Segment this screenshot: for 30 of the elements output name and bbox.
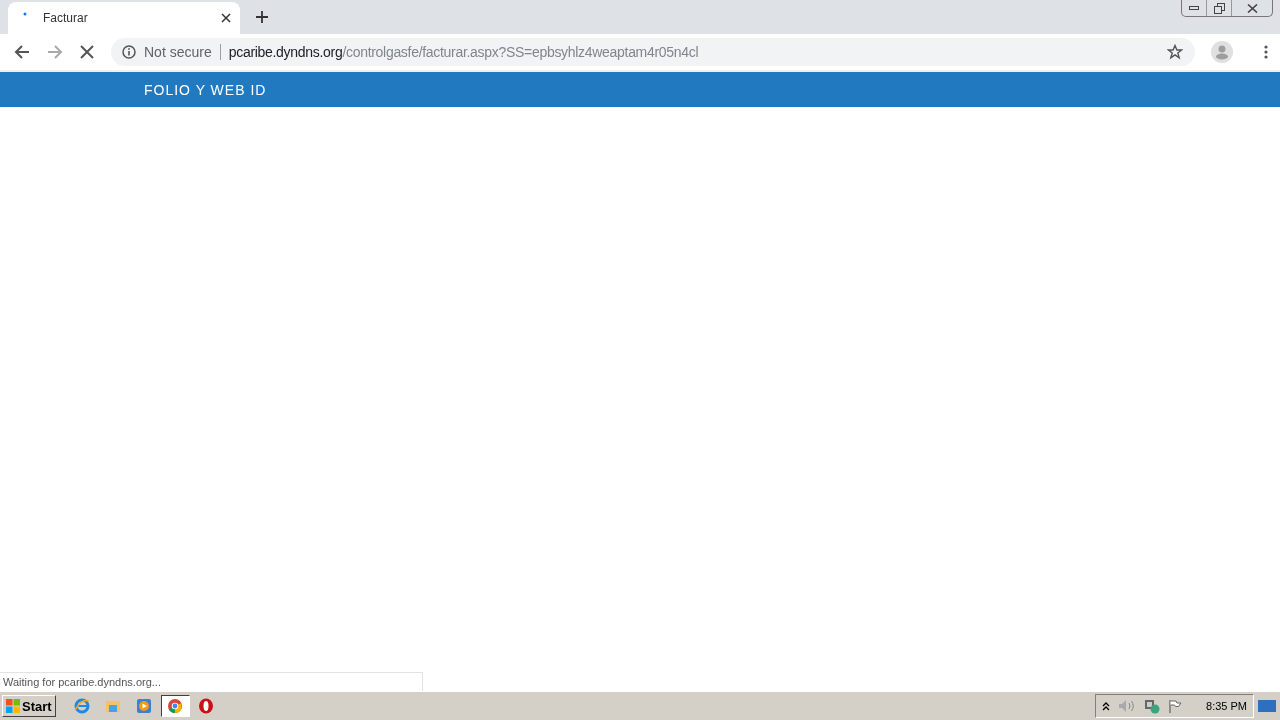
star-icon[interactable] xyxy=(1167,44,1183,60)
security-label: Not secure xyxy=(144,44,212,60)
loading-icon xyxy=(23,12,27,16)
url-text: pcaribe.dyndns.org/controlgasfe/facturar.aspx?SS=epbsyhlz4weaptam4r05n4cl xyxy=(228,44,699,60)
back-icon[interactable] xyxy=(14,44,30,60)
profile-icon[interactable] xyxy=(1211,41,1233,63)
taskbar-app[interactable] xyxy=(160,695,190,717)
opera-icon xyxy=(198,698,215,714)
network-icon[interactable] xyxy=(1144,698,1161,714)
folder-icon xyxy=(105,698,122,714)
start-button[interactable]: Start xyxy=(2,695,56,717)
chevron-up-icon[interactable] xyxy=(1102,701,1111,711)
tab-title: Facturar xyxy=(43,11,89,25)
play-icon xyxy=(136,698,153,714)
chrome-icon xyxy=(167,698,184,714)
new-tab-icon[interactable] xyxy=(256,11,268,23)
clock-text: 8:35 PM xyxy=(1206,700,1247,712)
menu-icon[interactable] xyxy=(1264,45,1268,59)
minimize-icon xyxy=(1189,5,1199,11)
stop-icon[interactable] xyxy=(80,45,94,59)
close-icon xyxy=(1246,3,1258,13)
globe-e-icon xyxy=(74,698,91,714)
browser-tab[interactable]: Facturar xyxy=(8,2,240,34)
page-title: FOLIO Y WEB ID xyxy=(144,81,267,98)
flag-icon[interactable] xyxy=(1168,699,1183,713)
close-tab-icon[interactable] xyxy=(221,13,231,23)
windows-logo-icon xyxy=(6,699,20,713)
info-icon[interactable] xyxy=(122,45,136,59)
status-bubble: Waiting for pcaribe.dyndns.org... xyxy=(0,672,423,691)
address-bar[interactable]: Not secure pcaribe.dyndns.org/controlgasfe/facturar.aspx?SS=epbsyhlz4weaptam4r05n4cl xyxy=(111,38,1195,66)
